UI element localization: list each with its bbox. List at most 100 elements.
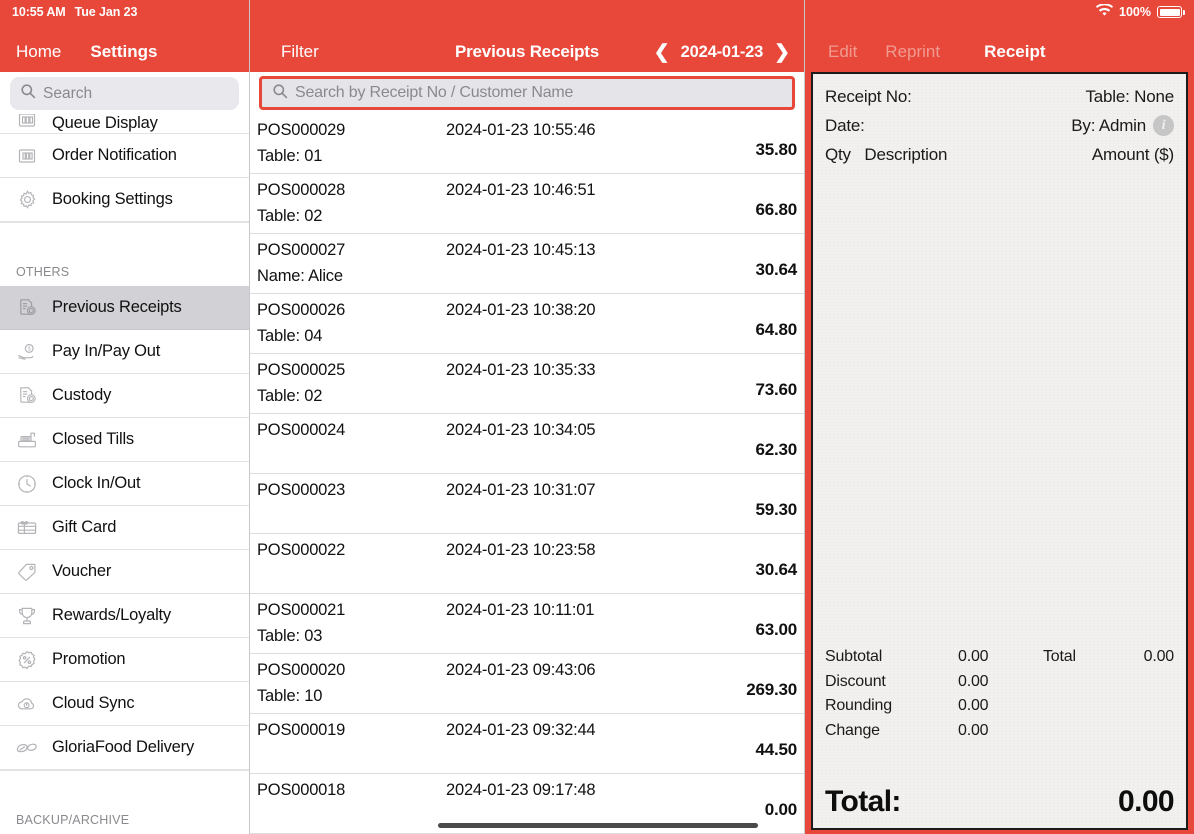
status-bar-left: 10:55 AM Tue Jan 23 <box>12 5 137 19</box>
sidebar-search-input[interactable]: Search <box>10 77 239 110</box>
order-notification-icon <box>14 143 40 169</box>
sidebar-item-voucher[interactable]: Voucher <box>0 550 249 594</box>
receipt-list[interactable]: POS000029 2024-01-23 10:55:46 Table: 01 … <box>250 114 804 834</box>
discount-label: Discount <box>825 672 886 690</box>
custody-document-icon <box>14 383 40 409</box>
settings-title: Settings <box>90 42 158 61</box>
receipt-list-item[interactable]: POS000024 2024-01-23 10:34:05 62.30 <box>250 414 804 474</box>
receipt-list-item[interactable]: POS000021 2024-01-23 10:11:01 Table: 03 … <box>250 594 804 654</box>
receipt-number: POS000028 <box>257 181 346 199</box>
sidebar-item-label: Rewards/Loyalty <box>52 606 171 624</box>
sidebar-item-previous-receipts[interactable]: Previous Receipts <box>0 286 249 330</box>
receipt-number: POS000018 <box>257 781 346 799</box>
cash-hand-icon: $ <box>14 339 40 365</box>
filter-button[interactable]: Filter <box>281 42 319 62</box>
selected-date[interactable]: 2024-01-23 <box>681 43 764 62</box>
grand-total-label: Total: <box>825 785 901 818</box>
receipt-list-item[interactable]: POS000022 2024-01-23 10:23:58 30.64 <box>250 534 804 594</box>
change-label: Change <box>825 721 880 739</box>
receipt-number: POS000026 <box>257 301 346 319</box>
sidebar-item-custody[interactable]: Custody <box>0 374 249 418</box>
receipt-date-label: Date: <box>825 116 865 136</box>
total-value: 0.00 <box>1143 648 1175 666</box>
sidebar-item-booking-settings[interactable]: Booking Settings <box>0 178 249 222</box>
subtotal-label: Subtotal <box>825 648 883 666</box>
gear-icon <box>14 187 40 213</box>
sidebar-item-gloriafood-delivery[interactable]: GloriaFood Delivery <box>0 726 249 770</box>
sidebar-item-clock-in-out[interactable]: Clock In/Out <box>0 462 249 506</box>
receipt-number: POS000022 <box>257 541 346 559</box>
sidebar-item-label: Previous Receipts <box>52 298 182 316</box>
sidebar-item-label: Custody <box>52 386 112 404</box>
receipt-table-value: Table: None <box>1085 87 1174 106</box>
receipt-list-item[interactable]: POS000026 2024-01-23 10:38:20 Table: 04 … <box>250 294 804 354</box>
discount-value: 0.00 <box>958 672 989 690</box>
receipt-tab[interactable]: Receipt <box>984 42 1045 62</box>
sidebar-item-label: Voucher <box>52 562 112 580</box>
receipt-list-item[interactable]: POS000028 2024-01-23 10:46:51 Table: 02 … <box>250 174 804 234</box>
receipt-amount: 30.64 <box>755 260 797 279</box>
settings-sidebar: 10:55 AM Tue Jan 23 Home Settings Search <box>0 0 250 834</box>
previous-receipts-panel: Filter Previous Receipts ❮ 2024-01-23 ❯ … <box>250 0 805 834</box>
sidebar-group-others: OTHERS <box>0 222 249 286</box>
percent-badge-icon <box>14 647 40 673</box>
receipt-datetime: 2024-01-23 09:43:06 <box>446 661 596 679</box>
sidebar-item-rewards-loyalty[interactable]: Rewards/Loyalty <box>0 594 249 638</box>
sidebar-item-label: GloriaFood Delivery <box>52 738 195 756</box>
chevron-left-icon[interactable]: ❮ <box>654 43 670 62</box>
wifi-icon <box>1096 3 1114 20</box>
receipt-date-row: Date: By: Admin i <box>825 111 1174 140</box>
home-button[interactable]: Home <box>16 42 61 62</box>
receipt-list-item[interactable]: POS000019 2024-01-23 09:32:44 44.50 <box>250 714 804 774</box>
column-description: Description <box>864 145 948 165</box>
receipt-amount: 35.80 <box>755 140 797 159</box>
tag-icon <box>14 559 40 585</box>
sidebar-item-cloud-sync[interactable]: Cloud Sync <box>0 682 249 726</box>
svg-text:$: $ <box>28 346 31 352</box>
grand-total-value: 0.00 <box>1118 785 1175 818</box>
grand-total-row: Total: 0.00 <box>813 785 1186 828</box>
receipt-items-area <box>813 170 1186 645</box>
sidebar-item-order-notification[interactable]: Order Notification <box>0 134 249 178</box>
receipt-datetime: 2024-01-23 10:23:58 <box>446 541 596 559</box>
sidebar-item-list[interactable]: Queue Display Order Notification Booking… <box>0 114 249 834</box>
date-navigator: ❮ 2024-01-23 ❯ <box>654 43 790 62</box>
receipt-search-placeholder: Search by Receipt No / Customer Name <box>295 84 574 101</box>
horizontal-scrollbar[interactable] <box>438 823 758 828</box>
receipt-totals: Subtotal 0.00 Total 0.00 Discount 0.00 R… <box>813 645 1186 743</box>
receipt-list-item[interactable]: POS000025 2024-01-23 10:35:33 Table: 02 … <box>250 354 804 414</box>
receipt-cashier: By: Admin <box>1071 116 1146 136</box>
receipt-datetime: 2024-01-23 10:55:46 <box>446 121 596 139</box>
receipt-no-row: Receipt No: Table: None <box>825 82 1174 111</box>
sidebar-item-queue-display[interactable]: Queue Display <box>0 114 249 134</box>
receipt-list-item[interactable]: POS000027 2024-01-23 10:45:13 Name: Alic… <box>250 234 804 294</box>
receipt-search-input[interactable]: Search by Receipt No / Customer Name <box>259 76 795 110</box>
sidebar-item-gift-card[interactable]: Gift Card <box>0 506 249 550</box>
sidebar-item-pay-in-pay-out[interactable]: $ Pay In/Pay Out <box>0 330 249 374</box>
subtotal-value: 0.00 <box>958 648 989 666</box>
sidebar-item-closed-tills[interactable]: Closed Tills <box>0 418 249 462</box>
reprint-button[interactable]: Reprint <box>885 42 940 62</box>
edit-button[interactable]: Edit <box>828 42 857 62</box>
sidebar-item-promotion[interactable]: Promotion <box>0 638 249 682</box>
receipt-columns-row: Qty Description Amount ($) <box>825 140 1174 169</box>
receipt-subinfo: Table: 03 <box>257 627 323 645</box>
sidebar-group-label: BACKUP/ARCHIVE <box>16 813 130 827</box>
receipt-number: POS000020 <box>257 661 346 679</box>
receipt-list-item[interactable]: POS000029 2024-01-23 10:55:46 Table: 01 … <box>250 114 804 174</box>
sidebar-item-label: Clock In/Out <box>52 474 141 492</box>
sidebar-group-label: OTHERS <box>16 265 70 279</box>
sidebar-nav-row: Home Settings <box>0 42 249 62</box>
receipt-list-item[interactable]: POS000020 2024-01-23 09:43:06 Table: 10 … <box>250 654 804 714</box>
receipt-amount: 30.64 <box>755 560 797 579</box>
chevron-right-icon[interactable]: ❯ <box>774 43 790 62</box>
info-icon[interactable]: i <box>1153 115 1174 137</box>
receipt-datetime: 2024-01-23 10:11:01 <box>446 601 595 619</box>
totals-row: Rounding 0.00 <box>825 694 1174 718</box>
gift-card-icon <box>14 515 40 541</box>
receipt-list-item[interactable]: POS000023 2024-01-23 10:31:07 59.30 <box>250 474 804 534</box>
receipt-paper: Receipt No: Table: None Date: By: Admin … <box>811 72 1188 830</box>
pos-app-window: 10:55 AM Tue Jan 23 Home Settings Search <box>0 0 1194 834</box>
receipt-no-label: Receipt No: <box>825 87 912 106</box>
sidebar-item-label: Queue Display <box>52 114 158 132</box>
